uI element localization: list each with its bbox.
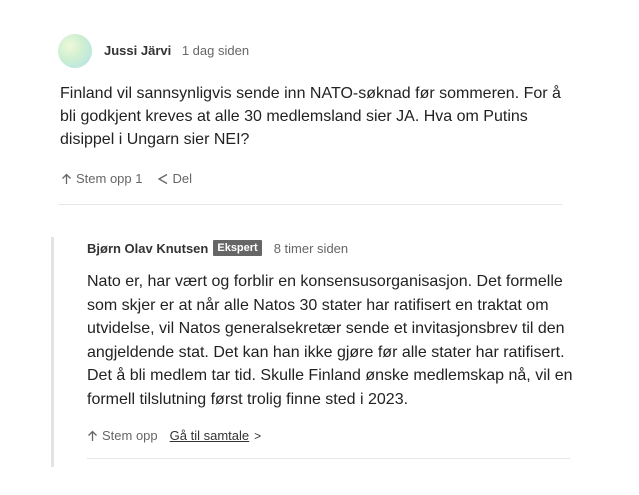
upvote-label: Stem opp 1: [76, 171, 143, 186]
share-label: Del: [172, 171, 193, 186]
reply-actions: Stem opp Gå til samtale >: [87, 428, 261, 443]
reply-thread-line: [51, 237, 54, 467]
comment-meta: Jussi Järvi 1 dag siden: [104, 43, 249, 58]
avatar[interactable]: [58, 34, 92, 68]
arrow-up-icon: [88, 430, 97, 441]
divider: [87, 458, 570, 459]
reply-time: 8 timer siden: [273, 240, 349, 256]
go-to-conversation-label: Gå til samtale: [169, 428, 250, 443]
reply-meta: Bjørn Olav Knutsen Ekspert 8 timer siden: [87, 240, 348, 256]
author-name[interactable]: Bjørn Olav Knutsen: [87, 241, 208, 256]
comment-body: Finland vil sannsynligvis sende inn NATO…: [60, 85, 561, 148]
expert-badge: Ekspert: [213, 240, 262, 256]
share-icon: [157, 173, 167, 184]
divider: [58, 204, 562, 205]
go-to-conversation-link[interactable]: Gå til samtale >: [170, 428, 262, 443]
share-button[interactable]: Del: [157, 171, 193, 186]
chevron-right-icon: >: [254, 428, 262, 443]
comment-time: 1 dag siden: [181, 43, 250, 58]
author-name[interactable]: Jussi Järvi: [104, 43, 171, 58]
comment-actions: Stem opp 1 Del: [61, 171, 192, 186]
upvote-button[interactable]: Stem opp: [87, 428, 158, 443]
arrow-up-icon: [62, 173, 71, 184]
reply-body: Nato er, har vært og forblir en konsensu…: [87, 273, 573, 408]
upvote-button[interactable]: Stem opp 1: [61, 171, 143, 186]
upvote-label: Stem opp: [102, 428, 158, 443]
